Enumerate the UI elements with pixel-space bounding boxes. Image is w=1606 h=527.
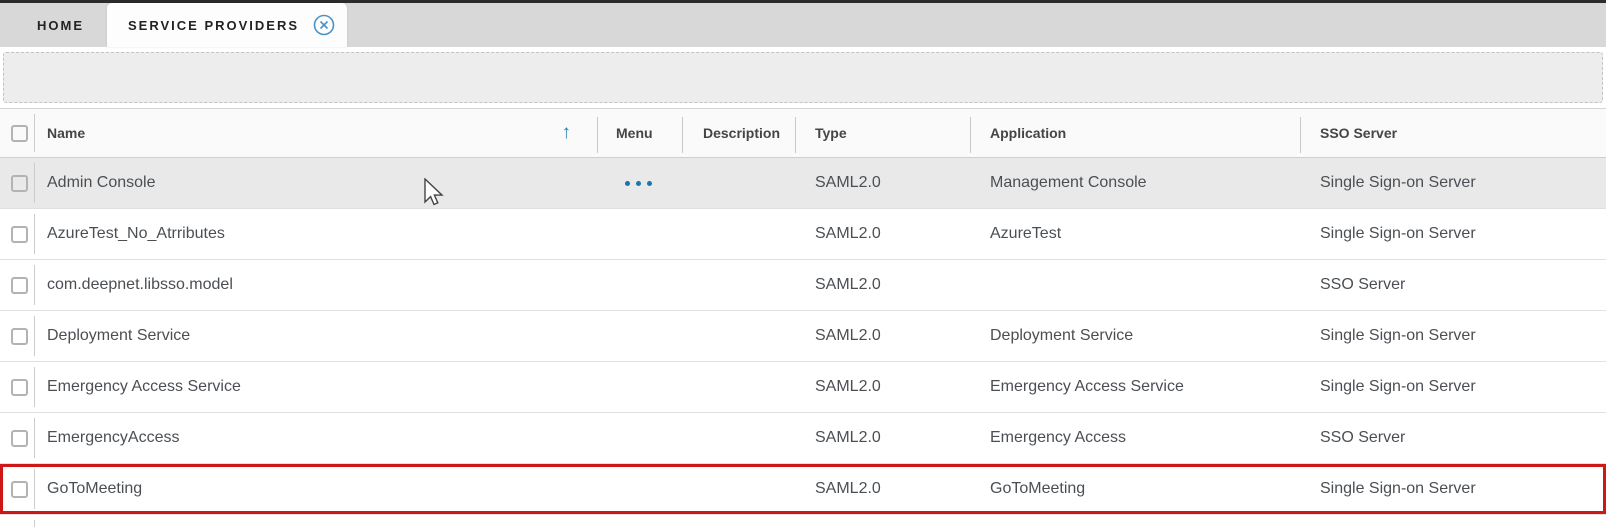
cell-type: SAML2.0 (795, 362, 970, 412)
cell-sso-server: Single Sign-on Server (1300, 311, 1606, 361)
column-header-application[interactable]: Application (970, 109, 1300, 157)
header-checkbox-cell (0, 109, 35, 157)
column-header-name[interactable]: Name ↑ (35, 109, 597, 157)
row-checkbox[interactable] (11, 481, 28, 498)
cell-application: Emergency Access (970, 413, 1300, 463)
row-checkbox-cell (0, 158, 35, 208)
row-checkbox[interactable] (11, 226, 28, 243)
cell-name: AzureTest_No_Atrributes (35, 209, 597, 259)
table-row[interactable]: Admin Console SAML2.0 Management Console… (0, 158, 1606, 209)
cell-menu (597, 464, 682, 514)
cell-type: SAML2.0 (795, 158, 970, 208)
cell-type: SAML2.0 (795, 209, 970, 259)
table-body: Admin Console SAML2.0 Management Console… (0, 158, 1606, 515)
cell-description (682, 158, 795, 208)
cell-name: Admin Console (35, 158, 597, 208)
cell-description (682, 413, 795, 463)
column-header-menu-label: Menu (616, 125, 653, 141)
row-checkbox-cell (0, 464, 35, 514)
cell-name: com.deepnet.libsso.model (35, 260, 597, 310)
column-header-menu[interactable]: Menu (597, 109, 682, 157)
cell-application: GoToMeeting (970, 464, 1300, 514)
cell-type: SAML2.0 (795, 311, 970, 361)
cell-application: Deployment Service (970, 311, 1300, 361)
cell-application (970, 260, 1300, 310)
cell-description (682, 464, 795, 514)
table-row[interactable]: AzureTest_No_Atrributes SAML2.0 AzureTes… (0, 209, 1606, 260)
row-checkbox[interactable] (11, 430, 28, 447)
column-header-type[interactable]: Type (795, 109, 970, 157)
cell-description (682, 362, 795, 412)
select-all-checkbox[interactable] (11, 125, 28, 142)
cell-name: GoToMeeting (35, 464, 597, 514)
cell-type: SAML2.0 (795, 413, 970, 463)
cell-menu (597, 413, 682, 463)
row-checkbox-cell (0, 362, 35, 412)
cell-application: Management Console (970, 158, 1300, 208)
cell-sso-server: Single Sign-on Server (1300, 209, 1606, 259)
row-checkbox-cell (0, 260, 35, 310)
cell-menu (597, 362, 682, 412)
tab-service-providers[interactable]: SERVICE PROVIDERS (107, 3, 347, 47)
row-checkbox-cell (0, 515, 35, 527)
cell-description (682, 260, 795, 310)
tab-home[interactable]: HOME (20, 3, 101, 47)
sort-ascending-icon[interactable]: ↑ (562, 122, 572, 144)
cell-sso-server: Single Sign-on Server (1300, 464, 1606, 514)
filter-drop-zone (3, 52, 1603, 103)
cell-sso-server: Single Sign-on Server (1300, 362, 1606, 412)
cell-sso-server: SSO Server (1300, 260, 1606, 310)
row-checkbox-cell (0, 311, 35, 361)
tab-home-label: HOME (37, 18, 84, 33)
table-row[interactable]: com.deepnet.libsso.model SAML2.0 SSO Ser… (0, 260, 1606, 311)
table-row[interactable]: EmergencyAccess SAML2.0 Emergency Access… (0, 413, 1606, 464)
cell-type: SAML2.0 (795, 464, 970, 514)
cell-description (682, 311, 795, 361)
column-header-type-label: Type (815, 125, 847, 141)
cell-application: AzureTest (970, 209, 1300, 259)
cell-description (682, 209, 795, 259)
table-header-row: Name ↑ Menu Description Type Application… (0, 108, 1606, 158)
cell-sso-server: SSO Server (1300, 413, 1606, 463)
row-checkbox-cell (0, 209, 35, 259)
table-row[interactable]: Emergency Access Service SAML2.0 Emergen… (0, 362, 1606, 413)
app-window: HOME SERVICE PROVIDERS Name ↑ (0, 0, 1606, 527)
tab-close-icon[interactable] (313, 14, 335, 36)
table-row[interactable]: GoToMeeting SAML2.0 GoToMeeting Single S… (0, 464, 1606, 515)
cell-menu (597, 311, 682, 361)
row-checkbox-cell (0, 413, 35, 463)
cell-name: EmergencyAccess (35, 413, 597, 463)
column-header-application-label: Application (990, 125, 1066, 141)
table-row-partial (0, 515, 1606, 527)
row-checkbox[interactable] (11, 379, 28, 396)
column-header-description[interactable]: Description (682, 109, 795, 157)
column-header-sso-server-label: SSO Server (1320, 125, 1397, 141)
column-header-name-label: Name (47, 125, 85, 141)
row-checkbox[interactable] (11, 175, 28, 192)
cell-menu (597, 158, 682, 208)
row-checkbox[interactable] (11, 328, 28, 345)
tab-bar: HOME SERVICE PROVIDERS (0, 3, 1606, 47)
cell-menu (597, 209, 682, 259)
cell-sso-server: Single Sign-on Server (1300, 158, 1606, 208)
service-providers-table: Name ↑ Menu Description Type Application… (0, 108, 1606, 527)
cell-type: SAML2.0 (795, 260, 970, 310)
table-row[interactable]: Deployment Service SAML2.0 Deployment Se… (0, 311, 1606, 362)
row-menu-ellipsis-icon[interactable] (625, 181, 652, 186)
cell-name: Deployment Service (35, 311, 597, 361)
column-header-description-label: Description (703, 125, 780, 141)
row-checkbox[interactable] (11, 277, 28, 294)
column-header-sso-server[interactable]: SSO Server (1300, 109, 1606, 157)
cell-menu (597, 260, 682, 310)
tab-service-providers-label: SERVICE PROVIDERS (128, 18, 299, 33)
cell-application: Emergency Access Service (970, 362, 1300, 412)
cell-name: Emergency Access Service (35, 362, 597, 412)
